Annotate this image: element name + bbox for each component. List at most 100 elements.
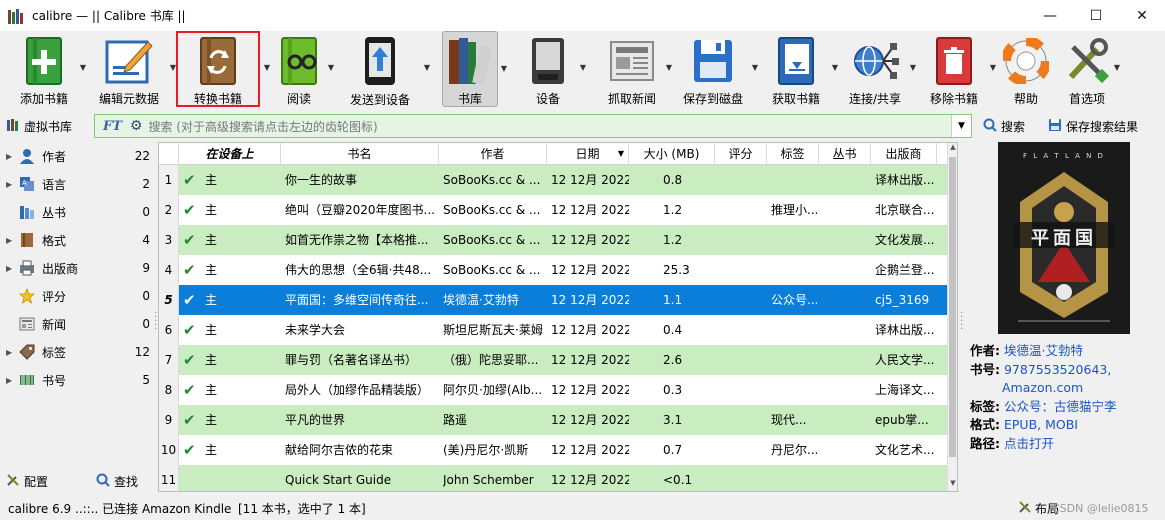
add-books-button[interactable]: 添加书籍 ▼ — [4, 31, 86, 107]
maximize-button[interactable]: ☐ — [1073, 0, 1119, 31]
convert-books-button[interactable]: 转换书籍 ▼ — [176, 31, 270, 107]
search-input[interactable]: FT ⚙ 搜索 (对于高级搜索请点击左边的齿轮图标) ▼ — [94, 114, 972, 138]
connect-share-button[interactable]: 连接/共享 ▼ — [836, 31, 916, 107]
virtual-library-button[interactable]: 虚拟书库 — [6, 118, 72, 135]
expand-arrow-icon[interactable]: ▶ — [6, 180, 16, 189]
cell-date: 12 12月 2022 — [551, 383, 629, 397]
gear-icon[interactable]: ⚙ — [130, 118, 143, 134]
table-row[interactable]: 6 ✔ 主 未来学大会 斯坦尼斯瓦夫·莱姆 12 12月 2022 0.4 译林出版... — [159, 315, 949, 345]
chevron-down-icon[interactable]: ▼ — [951, 115, 971, 137]
column-header-publisher[interactable]: 出版商 — [871, 143, 937, 165]
column-header-date[interactable]: 日期 ▼ — [547, 143, 629, 165]
expand-arrow-icon[interactable]: ▶ — [6, 264, 16, 273]
cell-size: 1.1 — [663, 293, 683, 307]
table-header: 在设备上 书名 作者 日期 ▼ 大小 (MB) 评分 标签 丛书 出版商 — [159, 143, 949, 165]
table-row[interactable]: 1 ✔ 主 你一生的故事 SoBooKs.cc & ... 12 12月 2022 0.8 译… — [159, 165, 949, 195]
format-book-icon — [18, 231, 36, 249]
cell-ondevice: 主 — [205, 203, 218, 217]
watermark: CSDN @lelie0815 — [1052, 501, 1149, 515]
column-header-ondevice[interactable]: 在设备上 — [179, 143, 281, 165]
table-row[interactable]: 5 ✔ 主 平面国：多维空间传奇往... 埃德温·艾勃特 12 12月 2022 1.1 公众… — [159, 285, 949, 315]
chevron-down-icon[interactable]: ▼ — [580, 63, 586, 72]
column-header-rating[interactable]: 评分 — [715, 143, 767, 165]
column-header-author[interactable]: 作者 — [439, 143, 547, 165]
configure-button[interactable]: 配置 — [6, 473, 48, 490]
minimize-button[interactable]: — — [1027, 0, 1073, 31]
expand-arrow-icon[interactable]: ▶ — [6, 152, 16, 161]
table-row[interactable]: 4 ✔ 主 伟大的思想（全6辑·共48... SoBooKs.cc & ... 12 12… — [159, 255, 949, 285]
tag-browser-item-news[interactable]: 新闻 0 — [0, 310, 154, 338]
row-number: 4 — [159, 255, 179, 285]
table-row[interactable]: 3 ✔ 主 如首无作祟之物【本格推... SoBooKs.cc & ... 12 12月 … — [159, 225, 949, 255]
cell-pub: 译林出版... — [875, 323, 935, 337]
expand-arrow-icon[interactable]: ▶ — [6, 236, 16, 245]
save-to-disk-button[interactable]: 保存到磁盘 ▼ — [670, 31, 758, 107]
get-books-button[interactable]: 获取书籍 ▼ — [756, 31, 838, 107]
close-button[interactable]: ✕ — [1119, 0, 1165, 31]
column-header-title[interactable]: 书名 — [281, 143, 439, 165]
chevron-down-icon[interactable]: ▼ — [424, 63, 430, 72]
expand-arrow-icon[interactable]: ▶ — [6, 376, 16, 385]
remove-books-button[interactable]: 移除书籍 ▼ — [914, 31, 996, 107]
full-text-search-icon[interactable]: FT — [103, 119, 122, 134]
table-row[interactable]: 9 ✔ 主 平凡的世界 路遥 12 12月 2022 3.1 现代... epub掌... — [159, 405, 949, 435]
column-header-size[interactable]: 大小 (MB) — [629, 143, 715, 165]
tag-link[interactable]: 公众号：古德猫宁李 — [1004, 399, 1117, 414]
search-icon — [96, 473, 110, 490]
column-header-tags[interactable]: 标签 — [767, 143, 819, 165]
scroll-up-arrow-icon[interactable]: ▲ — [948, 143, 957, 155]
vertical-scrollbar[interactable]: ▲ ▼ — [947, 143, 957, 491]
cell-size: 1.2 — [663, 233, 683, 247]
formats-link[interactable]: EPUB, MOBI — [1004, 417, 1078, 432]
splitter-handle[interactable]: · · · · · — [154, 309, 157, 335]
table-row[interactable]: 2 ✔ 主 绝叫（豆瓣2020年度图书... SoBooKs.cc & ... 12 12… — [159, 195, 949, 225]
table-row[interactable]: 10 ✔ 主 献给阿尔吉侬的花束 (美)丹尼尔·凯斯 12 12月 2022 0.7 丹尼尔.… — [159, 435, 949, 465]
isbn-source-link[interactable]: Amazon.com — [1002, 380, 1083, 395]
tag-browser-item-authors[interactable]: ▶ 作者 22 — [0, 142, 154, 170]
tag-browser-item-series[interactable]: 丛书 0 — [0, 198, 154, 226]
tag-browser-item-rating[interactable]: 评分 0 — [0, 282, 154, 310]
save-search-button[interactable]: 保存搜索结果 — [1048, 118, 1138, 135]
scroll-down-arrow-icon[interactable]: ▼ — [948, 479, 957, 491]
tag-browser-item-languages[interactable]: ▶ A 语言 2 — [0, 170, 154, 198]
cell-ondevice: 主 — [205, 233, 218, 247]
splitter-handle[interactable]: · · · · · — [960, 309, 963, 335]
column-header-series[interactable]: 丛书 — [819, 143, 871, 165]
expand-arrow-icon[interactable]: ▶ — [6, 348, 16, 357]
read-button[interactable]: 阅读 ▼ — [266, 31, 334, 107]
tag-browser-item-tags[interactable]: ▶ 标签 12 — [0, 338, 154, 366]
cell-date: 12 12月 2022 — [551, 323, 629, 337]
cell-date: 12 12月 2022 — [551, 263, 629, 277]
row-number: 3 — [159, 225, 179, 255]
table-row[interactable]: 11 Quick Start Guide John Schember 12 12月 2… — [159, 465, 949, 491]
scrollbar-thumb[interactable] — [949, 157, 956, 457]
chevron-down-icon[interactable]: ▼ — [990, 63, 996, 72]
tag-browser-item-formats[interactable]: ▶ 格式 4 — [0, 226, 154, 254]
search-button[interactable]: 搜索 — [983, 118, 1025, 135]
table-row[interactable]: 7 ✔ 主 罪与罚（名著名译丛书） （俄）陀思妥耶... 12 12月 2022 2.6 人民… — [159, 345, 949, 375]
library-button[interactable]: 书库 ▼ — [442, 31, 507, 107]
author-link[interactable]: 埃德温·艾勃特 — [1004, 343, 1083, 358]
preferences-button[interactable]: 首选项 ▼ — [1056, 31, 1120, 107]
find-button[interactable]: 查找 — [96, 473, 138, 490]
tag-browser-item-publishers[interactable]: ▶ 出版商 9 — [0, 254, 154, 282]
help-button[interactable]: 帮助 — [998, 31, 1054, 107]
path-link[interactable]: 点击打开 — [1004, 436, 1054, 451]
table-row[interactable]: 8 ✔ 主 局外人（加缪作品精装版） 阿尔贝·加缪(Alb... 12 12月 2022 0… — [159, 375, 949, 405]
edit-metadata-button[interactable]: 编辑元数据 ▼ — [84, 31, 176, 107]
row-number: 6 — [159, 315, 179, 345]
chevron-down-icon[interactable]: ▼ — [1114, 63, 1120, 72]
tag-browser: ▶ 作者 22 ▶ A 语言 2 丛书 0 ▶ 格式 4 ▶ 出版商 9 评分 … — [0, 142, 154, 492]
device-button[interactable]: 设备 ▼ — [512, 31, 586, 107]
send-to-device-button[interactable]: 发送到设备 ▼ — [332, 31, 430, 107]
book-cover-image[interactable]: F L A T L A N D 平面国 — [998, 142, 1130, 334]
remove-book-icon — [928, 35, 980, 86]
cell-author: SoBooKs.cc & ... — [443, 203, 541, 217]
cell-author: 路遥 — [443, 413, 468, 427]
cell-ondevice: 主 — [205, 353, 218, 367]
isbn-link[interactable]: 9787553520643, — [1004, 362, 1111, 377]
fetch-news-button[interactable]: 抓取新闻 ▼ — [594, 31, 672, 107]
cell-size: 2.6 — [663, 353, 683, 367]
chevron-down-icon[interactable]: ▼ — [501, 64, 507, 73]
tag-browser-item-identifiers[interactable]: ▶ 书号 5 — [0, 366, 154, 394]
